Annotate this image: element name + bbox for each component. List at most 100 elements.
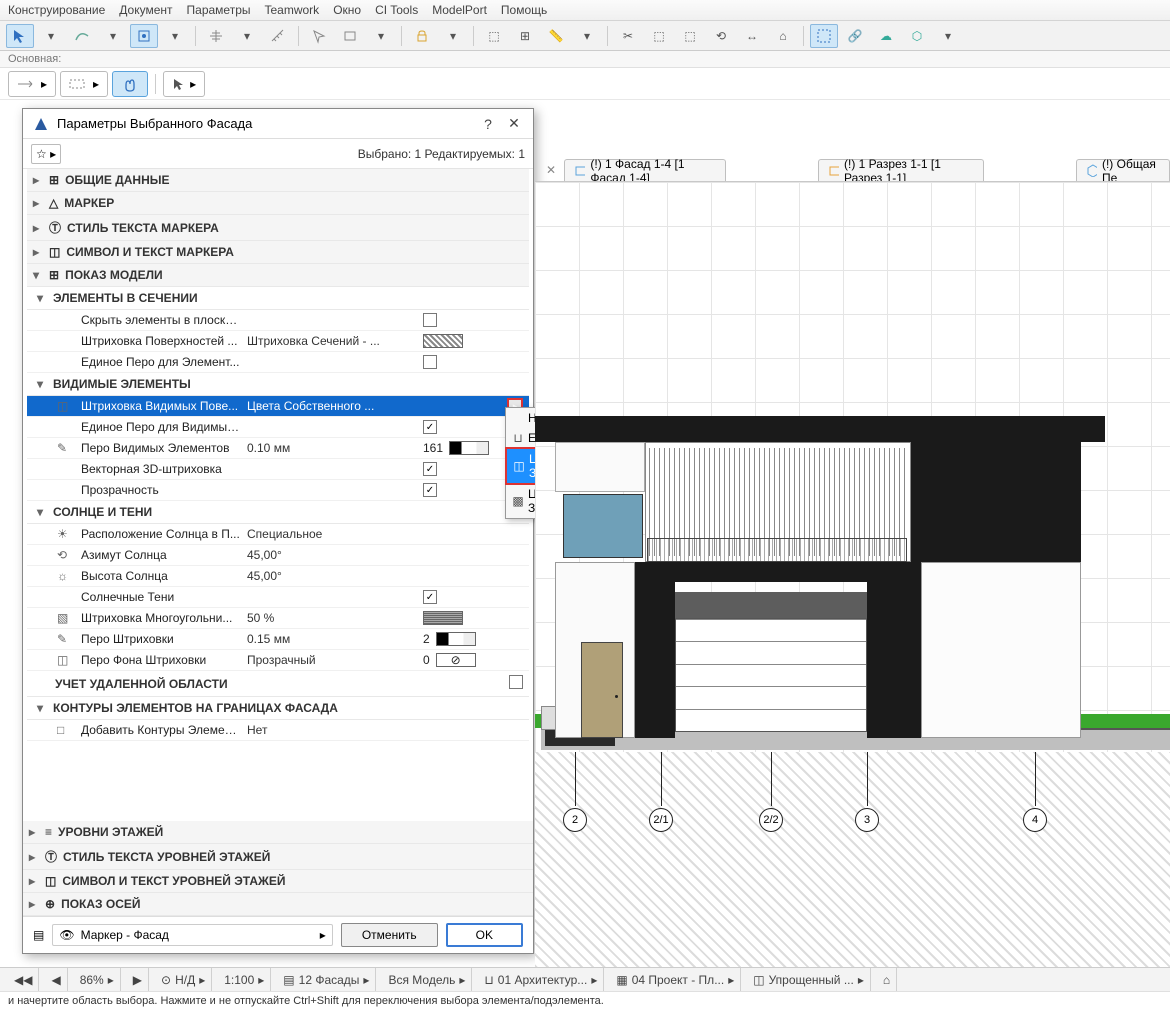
subsection-boundary[interactable]: ▾КОНТУРЫ ЭЛЕМЕНТОВ НА ГРАНИЦАХ ФАСАДА xyxy=(27,697,529,720)
sb-view[interactable]: ▤ 12 Фасады ▸ xyxy=(277,968,376,991)
section-grid-display[interactable]: ▸⊕ПОКАЗ ОСЕЙ xyxy=(23,893,533,916)
section-story-levels[interactable]: ▸≡УРОВНИ ЭТАЖЕЙ xyxy=(23,821,533,844)
menu-item[interactable]: Teamwork xyxy=(265,3,320,17)
marker-type-select[interactable]: 👁Маркер - Фасад▸ xyxy=(52,924,332,946)
section-marker[interactable]: ▸△МАРКЕР xyxy=(27,192,529,215)
tool-a-icon[interactable]: ⬚ xyxy=(480,24,508,48)
axis-bubble: 2 xyxy=(563,808,587,832)
tool-rect-dd-icon[interactable]: ▾ xyxy=(367,24,395,48)
section-story-symbol[interactable]: ▸◫СИМВОЛ И ТЕКСТ УРОВНЕЙ ЭТАЖЕЙ xyxy=(23,870,533,893)
tool-lock-dd-icon[interactable]: ▾ xyxy=(439,24,467,48)
row-shadow-bg-pen[interactable]: ◫Перо Фона ШтриховкиПрозрачный0⊘ xyxy=(27,650,529,671)
tool-cut-icon[interactable]: ✂ xyxy=(614,24,642,48)
tool-b-icon[interactable]: ⊞ xyxy=(511,24,539,48)
menu-item[interactable]: ModelPort xyxy=(432,3,487,17)
row-hide-flat[interactable]: Скрыть элементы в плоско... xyxy=(27,310,529,331)
axis-line xyxy=(661,752,662,806)
tool-arrow-icon[interactable] xyxy=(6,24,34,48)
sb-layer[interactable]: ⊔ 01 Архитектур... ▸ xyxy=(478,968,604,991)
row-sun-azimuth[interactable]: ⟲Азимут Солнца45,00° xyxy=(27,545,529,566)
tool-ruler-icon[interactable] xyxy=(264,24,292,48)
sb-model[interactable]: Вся Модель ▸ xyxy=(382,968,472,991)
section-story-text-style[interactable]: ▸ⓉСТИЛЬ ТЕКСТА УРОВНЕЙ ЭТАЖЕЙ xyxy=(23,844,533,870)
tool-grid-dd-icon[interactable]: ▾ xyxy=(233,24,261,48)
menu-item[interactable]: Конструирование xyxy=(8,3,105,17)
row-transparency[interactable]: Прозрачность xyxy=(27,480,529,501)
tool-spline-dd-icon[interactable]: ▾ xyxy=(99,24,127,48)
sb-zoom[interactable]: 86% ▸ xyxy=(74,968,121,991)
section-general[interactable]: ▸⊞ОБЩИЕ ДАННЫЕ xyxy=(27,169,529,192)
sb-end-icon[interactable]: ⌂ xyxy=(877,968,897,991)
subsection-removed[interactable]: УЧЕТ УДАЛЕННОЙ ОБЛАСТИ xyxy=(27,671,529,697)
tab-section[interactable]: (!) 1 Разрез 1-1 [1 Разрез 1-1] xyxy=(818,159,984,181)
row-visible-fill[interactable]: ◫Штриховка Видимых Пове...Цвета Собствен… xyxy=(27,396,529,417)
section-model-display[interactable]: ▾⊞ПОКАЗ МОДЕЛИ xyxy=(27,264,529,287)
menu-item[interactable]: Документ xyxy=(119,3,172,17)
sb-simplified[interactable]: ◫ Упрощенный ... ▸ xyxy=(747,968,871,991)
tool-rect-icon[interactable] xyxy=(336,24,364,48)
sb-nd[interactable]: ⊙ Н/Д ▸ xyxy=(155,968,212,991)
tool-cloud-icon[interactable]: ☁ xyxy=(872,24,900,48)
tool-spline-icon[interactable] xyxy=(68,24,96,48)
tool-link-icon[interactable]: 🔗 xyxy=(841,24,869,48)
tool-select-mode-icon[interactable] xyxy=(810,24,838,48)
menu-item[interactable]: Параметры xyxy=(187,3,251,17)
row-add-contours[interactable]: □Добавить Контуры Элемен...Нет xyxy=(27,720,529,741)
sb-project[interactable]: ▦ 04 Проект - Пл... ▸ xyxy=(610,968,741,991)
section-marker-text-style[interactable]: ▸ⓉСТИЛЬ ТЕКСТА МАРКЕРА xyxy=(27,215,529,241)
tb2-btn-arrow[interactable]: ▸ xyxy=(163,71,205,97)
section-marker-symbol[interactable]: ▸◫СИМВОЛ И ТЕКСТ МАРКЕРА xyxy=(27,241,529,264)
tb2-btn-a[interactable]: ▸ xyxy=(8,71,56,97)
toolbar-sublabel: Основная: xyxy=(0,51,1170,68)
sb-scale[interactable]: 1:100 ▸ xyxy=(218,968,271,991)
row-sun-pos[interactable]: ☀Расположение Солнца в П...Специальное xyxy=(27,524,529,545)
tool-f-icon[interactable]: ⟲ xyxy=(707,24,735,48)
tool-lock-icon[interactable] xyxy=(408,24,436,48)
tool-snap-dd-icon[interactable]: ▾ xyxy=(161,24,189,48)
drawing-canvas[interactable]: 2 2/1 2/2 3 4 xyxy=(535,181,1170,967)
tool-arrow-dd-icon[interactable]: ▾ xyxy=(37,24,65,48)
tb2-btn-hand[interactable] xyxy=(112,71,148,97)
tool-c-icon[interactable]: ▾ xyxy=(573,24,601,48)
subsection-visible-elements[interactable]: ▾ВИДИМЫЕ ЭЛЕМЕНТЫ xyxy=(27,373,529,396)
row-vector-3d[interactable]: Векторная 3D-штриховка xyxy=(27,459,529,480)
row-visible-pen[interactable]: ✎Перо Видимых Элементов0.10 мм161 xyxy=(27,438,529,459)
row-sun-shadows[interactable]: Солнечные Тени xyxy=(27,587,529,608)
menu-item[interactable]: Окно xyxy=(333,3,361,17)
dialog-titlebar: Параметры Выбранного Фасада ? ✕ xyxy=(23,109,533,139)
tool-pick-icon[interactable] xyxy=(305,24,333,48)
ok-button[interactable]: OK xyxy=(446,923,523,947)
row-sun-altitude[interactable]: ☼Высота Солнца45,00° xyxy=(27,566,529,587)
tab-3d[interactable]: (!) Общая Пе xyxy=(1076,159,1170,181)
menu-item[interactable]: Помощь xyxy=(501,3,547,17)
cancel-button[interactable]: Отменить xyxy=(341,923,438,947)
tab-close-icon[interactable]: ✕ xyxy=(540,163,562,177)
favorites-button[interactable]: ☆ ▸ xyxy=(31,144,61,164)
tool-e-icon[interactable]: ⬚ xyxy=(676,24,704,48)
garage-header xyxy=(675,592,867,618)
tb2-btn-b[interactable]: ▸ xyxy=(60,71,108,97)
flat-icon: ◫ xyxy=(511,459,527,473)
close-button[interactable]: ✕ xyxy=(505,115,523,132)
tab-elevation[interactable]: (!) 1 Фасад 1-4 [1 Фасад 1-4] xyxy=(564,159,726,181)
tool-d-icon[interactable]: ⬚ xyxy=(645,24,673,48)
tool-h-icon[interactable]: ⌂ xyxy=(769,24,797,48)
row-surface-fill[interactable]: Штриховка Поверхностей ...Штриховка Сече… xyxy=(27,331,529,352)
sb-nav-prev-icon[interactable]: ◀ xyxy=(45,968,67,991)
subsection-cut-elements[interactable]: ▾ЭЛЕМЕНТЫ В СЕЧЕНИИ xyxy=(27,287,529,310)
tool-dd-icon[interactable]: ▾ xyxy=(934,24,962,48)
row-uniform-pen-cut[interactable]: Единое Перо для Элемент... xyxy=(27,352,529,373)
sb-nav-start-icon[interactable]: ◀◀ xyxy=(8,968,39,991)
row-shadow-hatch[interactable]: ▧Штриховка Многоугольни...50 % xyxy=(27,608,529,629)
tool-g-icon[interactable]: ↔ xyxy=(738,24,766,48)
row-uniform-pen-vis[interactable]: Единое Перо для Видимых... xyxy=(27,417,529,438)
tool-grid-icon[interactable] xyxy=(202,24,230,48)
tool-cloud2-icon[interactable]: ⬡ xyxy=(903,24,931,48)
subsection-sun[interactable]: ▾СОЛНЦЕ И ТЕНИ xyxy=(27,501,529,524)
menu-item[interactable]: CI Tools xyxy=(375,3,418,17)
row-shadow-pen[interactable]: ✎Перо Штриховки0.15 мм2 xyxy=(27,629,529,650)
help-button[interactable]: ? xyxy=(479,116,497,132)
tool-snap-icon[interactable] xyxy=(130,24,158,48)
sb-nav-next-icon[interactable]: ▶ xyxy=(127,968,149,991)
tool-measure-icon[interactable]: 📏 xyxy=(542,24,570,48)
